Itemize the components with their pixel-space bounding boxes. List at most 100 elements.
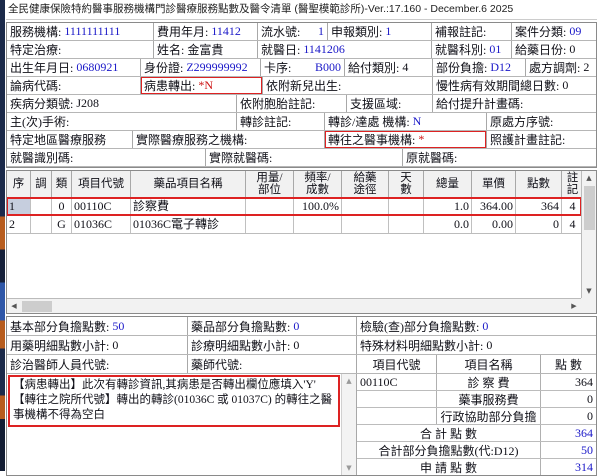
message-scrollbar[interactable]: ▲ ▼ <box>341 374 356 475</box>
summary-row-claimed-points: 申 請 點 數 314 <box>357 459 596 475</box>
validation-message-panel: 【病患轉出】此次有轉診資訊,其病患是否轉出欄位應填入'Y' 【轉往之院所代號】轉… <box>7 374 357 475</box>
cell-points: 0 <box>516 216 562 233</box>
cell-unit-price: 0.00 <box>472 216 516 233</box>
table-row-2[interactable]: 2 G 01036C 01036C電子轉診 0.0 0.00 0 4 <box>7 216 581 234</box>
field-service-org: 服務機構:1111111111 <box>7 23 154 40</box>
copay-row-1: 基本部分負擔點數:50 藥品部分負擔點數:0 檢驗(查)部分負擔點數:0 <box>7 317 596 336</box>
field-referral-institution: 轉診/達處 機構:N <box>325 113 487 130</box>
cell-route <box>342 198 389 215</box>
message-scroll-down-icon[interactable]: ▼ <box>342 461 356 475</box>
summary-col-item-code: 項目代號 <box>357 355 437 373</box>
summary-item-points: 0 <box>541 391 596 407</box>
field-specific-treatment: 特定治療: <box>7 41 154 58</box>
order-detail-table: 序 調 類 項目代號 藥品項目名稱 用量/ 部位 頻率/ 成數 給藥 途徑 天 … <box>6 170 597 314</box>
field-case-category: 案件分類:09 <box>512 23 596 40</box>
field-pharmacist-id: 藥師代號: <box>188 355 357 373</box>
field-special-area-service: 特定地區醫療服務 <box>7 131 133 148</box>
field-twin-note: 依附胞胎註記: <box>237 95 347 112</box>
field-exam-copay-points: 檢驗(查)部分負擔點數:0 <box>357 317 596 335</box>
window-title: 全民健康保險特約醫事服務機構門診醫療服務點數及醫令清單 (醫聖模範診所)-Ver… <box>6 0 597 20</box>
cell-item-name: 診察費 <box>131 198 246 215</box>
field-patient-name: 姓名:金富貴 <box>154 41 258 58</box>
summary-col-points: 點 數 <box>541 355 596 373</box>
field-newborn-attach: 依附新兒出生: <box>263 77 433 94</box>
copay-row-3: 診治醫師人員代號: 藥師代號: 項目代號 項目名稱 點 數 <box>7 355 596 374</box>
field-card-seq: 卡序:B000 <box>261 59 345 76</box>
field-material-subtotal: 特殊材料明細點數小計:0 <box>357 336 596 354</box>
horizontal-scroll-thumb[interactable] <box>22 301 52 312</box>
field-supplement-note: 補報註記: <box>432 23 512 40</box>
scroll-down-icon[interactable]: ▼ <box>582 284 596 298</box>
scroll-left-icon[interactable]: ◀ <box>7 299 21 313</box>
cell-note: 4 <box>562 216 581 233</box>
col-adjust: 調 <box>31 171 52 197</box>
field-care-plan-note: 照護計畫註記: <box>487 131 596 148</box>
summary-total-label: 合 計 點 數 <box>357 425 541 441</box>
field-icd-code: 疾病分類號:J208 <box>7 95 237 112</box>
header-row-6: 主(次)手術: 轉診註記: 轉診/達處 機構:N 原處方序號: <box>7 113 596 131</box>
summary-row-admin-copay: 行政協助部分負擔 0 <box>357 408 596 425</box>
field-visit-dept: 就醫科別:01 <box>432 41 512 58</box>
cell-days <box>389 198 424 215</box>
field-serial-no: 流水號:1 <box>258 23 328 40</box>
header-row-1: 服務機構:1111111111 費用年月:11412 流水號:1 申報類別:1 … <box>7 23 596 41</box>
copay-row-2: 用藥明細點數小計:0 診療明細點數小計:0 特殊材料明細點數小計:0 <box>7 336 596 355</box>
col-dose-site: 用量/ 部位 <box>246 171 294 197</box>
col-unit-price: 單價 <box>472 171 516 197</box>
header-row-3: 出生年月日:0680921 身份證:Z299999992 卡序:B000 給付類… <box>7 59 596 77</box>
cell-class: 0 <box>52 198 72 215</box>
message-scroll-up-icon[interactable]: ▲ <box>342 374 356 388</box>
vertical-scroll-thumb[interactable] <box>584 186 595 230</box>
cell-seq: 2 <box>7 216 31 233</box>
col-item-name: 藥品項目名稱 <box>131 171 246 197</box>
field-claim-type: 申報類別:1 <box>328 23 432 40</box>
field-actual-service-inst: 實際醫療服務之機構: <box>133 131 325 148</box>
summary-total-label: 合計部分負擔點數(代:D12) <box>357 442 541 458</box>
cell-freq-rate <box>294 216 342 233</box>
summary-item-name: 診 察 費 <box>437 374 541 390</box>
field-drug-subtotal: 用藥明細點數小計:0 <box>7 336 188 354</box>
field-drug-copay-points: 藥品部分負擔點數:0 <box>188 317 357 335</box>
field-visit-id-code: 就醫識別碼: <box>7 149 206 166</box>
warning-line-1: 【病患轉出】此次有轉診資訊,其病患是否轉出欄位應填入'Y' <box>13 378 335 393</box>
cell-unit-price: 364.00 <box>472 198 516 215</box>
header-row-5: 疾病分類號:J208 依附胞胎註記: 支援區域: 給付提升計畫碼: <box>7 95 596 113</box>
vertical-scrollbar[interactable]: ▲ ▼ <box>581 171 596 298</box>
validation-warning-text: 【病患轉出】此次有轉診資訊,其病患是否轉出欄位應填入'Y' 【轉往之院所代號】轉… <box>8 375 340 427</box>
summary-item-code <box>357 408 437 424</box>
header-row-7: 特定地區醫療服務 實際醫療服務之機構: 轉往之醫事機構:* 照護計畫註記: <box>7 131 596 149</box>
horizontal-scrollbar[interactable]: ◀ ▶ <box>7 298 581 313</box>
table-row-1[interactable]: 1 0 00110C 診察費 100.0% 1.0 364.00 364 4 <box>7 198 581 216</box>
summary-item-points: 0 <box>541 408 596 424</box>
field-surgery: 主(次)手術: <box>7 113 237 130</box>
col-note: 註 記 <box>562 171 581 197</box>
scroll-right-icon[interactable]: ▶ <box>567 299 581 313</box>
cell-total-qty: 1.0 <box>424 198 472 215</box>
header-row-4: 論病代碼: 病患轉出:*N 依附新兒出生: 慢性病有效期間總日數:0 <box>7 77 596 95</box>
cell-adjust <box>31 198 52 215</box>
cell-points: 364 <box>516 198 562 215</box>
field-doctor-id: 診治醫師人員代號: <box>7 355 188 373</box>
warning-line-2: 【轉往之院所代號】轉出的轉診(01036C 或 01037C) 的轉往之醫事機構… <box>13 393 335 423</box>
summary-row-total-copay: 合計部分負擔點數(代:D12) 50 <box>357 442 596 459</box>
col-freq-rate: 頻率/ 成數 <box>294 171 342 197</box>
col-seq: 序 <box>7 171 31 197</box>
field-chronic-total-days: 慢性病有效期間總日數:0 <box>433 77 596 94</box>
fee-summary-table: 00110C 診 察 費 364 藥事服務費 0 行政協助部分負擔 0 合 計 … <box>357 374 596 475</box>
col-points: 點數 <box>516 171 562 197</box>
header-row-8: 就醫識別碼: 實際就醫碼: 原就醫碼: <box>7 149 596 167</box>
cell-note: 4 <box>562 198 581 215</box>
field-basic-copay-points: 基本部分負擔點數:50 <box>7 317 188 335</box>
field-birth-date: 出生年月日:0680921 <box>7 59 141 76</box>
summary-row-consult: 00110C 診 察 費 364 <box>357 374 596 391</box>
cell-days <box>389 216 424 233</box>
field-orig-rx-no: 原處方序號: <box>487 113 596 130</box>
claim-header-grid: 服務機構:1111111111 費用年月:11412 流水號:1 申報類別:1 … <box>6 22 597 168</box>
col-total-qty: 總量 <box>424 171 472 197</box>
summary-row-pharmacy: 藥事服務費 0 <box>357 391 596 408</box>
scrollbar-corner <box>581 298 596 313</box>
cell-dose-site <box>246 198 294 215</box>
scroll-up-icon[interactable]: ▲ <box>582 171 596 185</box>
col-class: 類 <box>52 171 72 197</box>
cell-item-name: 01036C電子轉診 <box>131 216 246 233</box>
